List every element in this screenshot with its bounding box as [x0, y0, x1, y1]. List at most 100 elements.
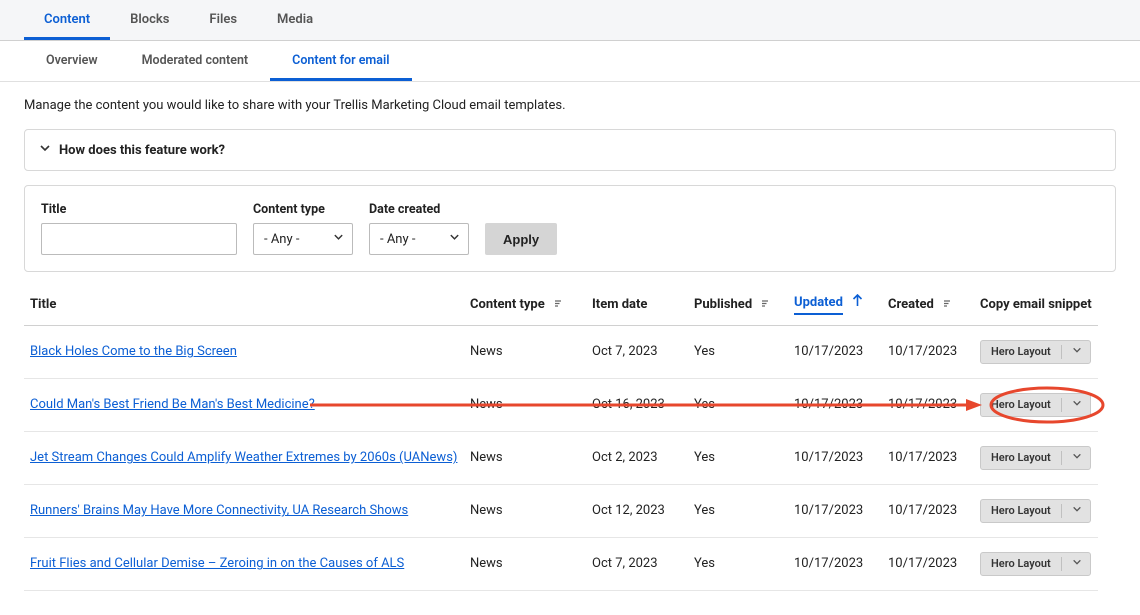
snippet-button-label: Hero Layout	[991, 345, 1051, 358]
tab-blocks[interactable]: Blocks	[110, 0, 189, 40]
col-published[interactable]: Published	[688, 284, 788, 325]
row-published: Yes	[688, 484, 788, 537]
filter-content-type-select[interactable]: - Any -	[253, 223, 353, 255]
copy-snippet-button[interactable]: Hero Layout	[980, 340, 1091, 364]
divider	[1061, 345, 1062, 359]
primary-tabs: Content Blocks Files Media	[0, 0, 1140, 41]
tab-files[interactable]: Files	[189, 0, 257, 40]
table-row: Jet Stream Changes Could Amplify Weather…	[24, 431, 1116, 484]
chevron-down-icon	[333, 232, 344, 247]
row-item-date: Oct 2, 2023	[586, 431, 688, 484]
row-created: 10/17/2023	[882, 325, 974, 378]
row-content-type: News	[464, 484, 586, 537]
table-row: Runners' Brains May Have More Connectivi…	[24, 484, 1116, 537]
divider	[1061, 557, 1062, 571]
col-updated-label: Updated	[794, 295, 843, 315]
accordion-how-it-works[interactable]: How does this feature work?	[24, 129, 1116, 171]
content-table: Title Content type Item date Published U…	[24, 284, 1116, 591]
table-row: Black Holes Come to the Big Screen NewsOc…	[24, 325, 1116, 378]
tab-content[interactable]: Content	[24, 0, 110, 40]
chevron-down-icon	[1072, 504, 1082, 517]
snippet-button-label: Hero Layout	[991, 504, 1051, 517]
table-row: Could Man's Best Friend Be Man's Best Me…	[24, 378, 1116, 431]
filter-content-type-value: - Any -	[264, 232, 299, 247]
row-created: 10/17/2023	[882, 537, 974, 590]
filter-title-label: Title	[41, 202, 237, 217]
snippet-button-label: Hero Layout	[991, 398, 1051, 411]
row-created: 10/17/2023	[882, 431, 974, 484]
chevron-down-icon	[1072, 345, 1082, 358]
filter-date-created-field: Date created - Any -	[369, 202, 469, 255]
filter-date-created-select[interactable]: - Any -	[369, 223, 469, 255]
table-row: Fruit Flies and Cellular Demise – Zeroin…	[24, 537, 1116, 590]
row-title-link[interactable]: Could Man's Best Friend Be Man's Best Me…	[30, 397, 315, 412]
filter-date-created-label: Date created	[369, 202, 469, 217]
col-copy-snippet: Copy email snippet	[974, 284, 1098, 325]
snippet-button-label: Hero Layout	[991, 451, 1051, 464]
tab-media[interactable]: Media	[257, 0, 333, 40]
copy-snippet-button[interactable]: Hero Layout	[980, 552, 1091, 576]
filter-content-type-label: Content type	[253, 202, 353, 217]
row-content-type: News	[464, 537, 586, 590]
col-created-label: Created	[888, 297, 934, 312]
accordion-title: How does this feature work?	[59, 143, 225, 158]
filter-panel: Title Content type - Any - Date created …	[24, 185, 1116, 272]
row-item-date: Oct 7, 2023	[586, 537, 688, 590]
chevron-down-icon	[449, 232, 460, 247]
apply-button[interactable]: Apply	[485, 223, 557, 255]
col-created[interactable]: Created	[882, 284, 974, 325]
intro-text: Manage the content you would like to sha…	[24, 98, 1116, 113]
copy-snippet-button[interactable]: Hero Layout	[980, 393, 1091, 417]
chevron-down-icon	[1072, 398, 1082, 411]
col-updated[interactable]: Updated	[788, 284, 882, 325]
sort-icon	[554, 297, 563, 312]
row-published: Yes	[688, 378, 788, 431]
copy-snippet-button[interactable]: Hero Layout	[980, 499, 1091, 523]
chevron-down-icon	[1072, 557, 1082, 570]
copy-snippet-button[interactable]: Hero Layout	[980, 446, 1091, 470]
row-updated: 10/17/2023	[788, 537, 882, 590]
row-title-link[interactable]: Jet Stream Changes Could Amplify Weather…	[30, 450, 457, 465]
row-title-link[interactable]: Black Holes Come to the Big Screen	[30, 344, 237, 359]
subtab-moderated[interactable]: Moderated content	[120, 41, 271, 81]
row-published: Yes	[688, 537, 788, 590]
chevron-down-icon	[39, 142, 51, 158]
row-published: Yes	[688, 325, 788, 378]
subtab-overview[interactable]: Overview	[24, 41, 120, 81]
row-item-date: Oct 12, 2023	[586, 484, 688, 537]
sort-ascending-icon	[852, 294, 863, 311]
row-item-date: Oct 16, 2023	[586, 378, 688, 431]
row-updated: 10/17/2023	[788, 325, 882, 378]
filter-date-created-value: - Any -	[380, 232, 415, 247]
filter-content-type-field: Content type - Any -	[253, 202, 353, 255]
filter-title-field: Title	[41, 202, 237, 255]
divider	[1061, 398, 1062, 412]
divider	[1061, 504, 1062, 518]
subtab-content-for-email[interactable]: Content for email	[270, 41, 411, 81]
filter-title-input[interactable]	[41, 223, 237, 255]
row-title-link[interactable]: Fruit Flies and Cellular Demise – Zeroin…	[30, 556, 404, 571]
row-updated: 10/17/2023	[788, 378, 882, 431]
row-updated: 10/17/2023	[788, 431, 882, 484]
row-created: 10/17/2023	[882, 378, 974, 431]
table-header-row: Title Content type Item date Published U…	[24, 284, 1116, 325]
row-title-link[interactable]: Runners' Brains May Have More Connectivi…	[30, 503, 408, 518]
snippet-button-label: Hero Layout	[991, 557, 1051, 570]
row-published: Yes	[688, 431, 788, 484]
row-updated: 10/17/2023	[788, 484, 882, 537]
row-item-date: Oct 7, 2023	[586, 325, 688, 378]
col-title[interactable]: Title	[24, 284, 464, 325]
col-item-date[interactable]: Item date	[586, 284, 688, 325]
row-content-type: News	[464, 378, 586, 431]
row-content-type: News	[464, 325, 586, 378]
sort-icon	[943, 297, 952, 312]
secondary-tabs: Overview Moderated content Content for e…	[0, 41, 1140, 82]
col-content-type[interactable]: Content type	[464, 284, 586, 325]
sort-icon	[761, 297, 770, 312]
row-created: 10/17/2023	[882, 484, 974, 537]
col-content-type-label: Content type	[470, 297, 545, 312]
divider	[1061, 451, 1062, 465]
row-content-type: News	[464, 431, 586, 484]
page-content: Manage the content you would like to sha…	[0, 82, 1140, 615]
col-published-label: Published	[694, 297, 752, 312]
